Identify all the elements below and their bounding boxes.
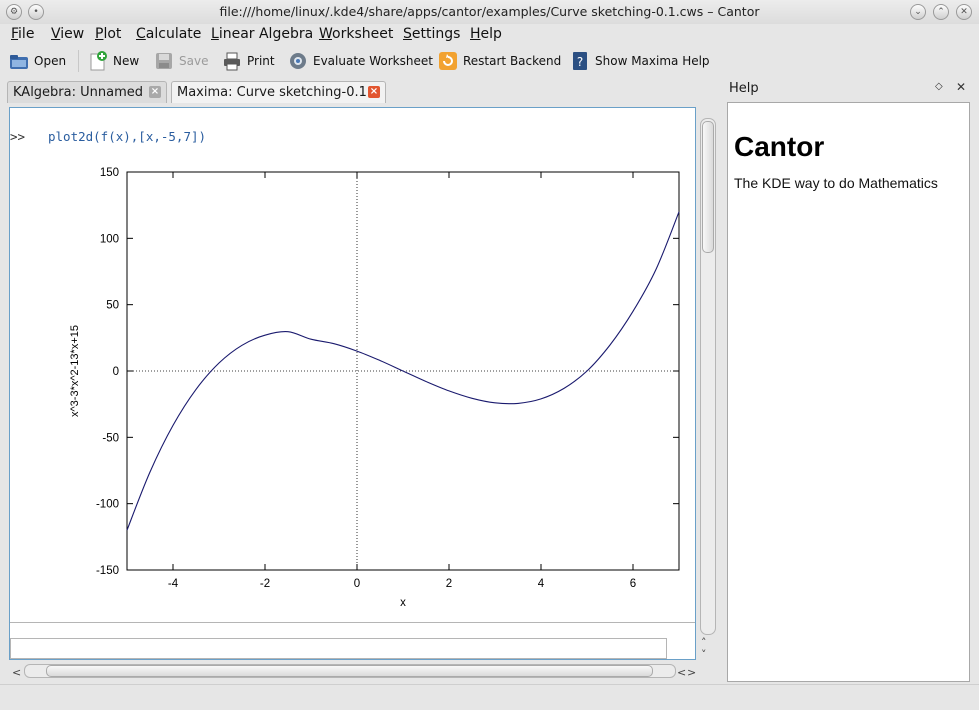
menu-plot[interactable]: Plot (95, 26, 121, 42)
help-content: Cantor The KDE way to do Mathematics (727, 102, 970, 682)
new-button[interactable]: New (88, 50, 139, 72)
x-axis-label: x (400, 597, 406, 609)
restart-backend-label: Restart Backend (463, 54, 562, 68)
tab-kalgebra[interactable]: KAlgebra: Unnamed × (7, 81, 167, 103)
tab-maxima-label: Maxima: Curve sketching-0.1 (177, 85, 367, 100)
scroll-left-icon[interactable]: < (12, 666, 21, 679)
menu-help[interactable]: Help (470, 26, 502, 42)
scroll-down-icon[interactable]: ˅ (701, 648, 707, 661)
save-button[interactable]: Save (154, 50, 208, 72)
float-icon[interactable]: ◇ (935, 81, 943, 92)
scroll-right-icon[interactable]: > (687, 666, 696, 679)
menu-settings[interactable]: Settings (403, 26, 460, 42)
tab-kalgebra-label: KAlgebra: Unnamed (13, 85, 143, 100)
show-maxima-help-label: Show Maxima Help (595, 54, 710, 68)
menubar: File View Plot Calculate Linear Algebra … (0, 24, 979, 46)
tab-close-icon[interactable]: × (368, 86, 380, 98)
y-tick-label: 50 (106, 300, 119, 312)
close-icon[interactable]: ✕ (956, 4, 972, 20)
tab-close-icon[interactable]: × (149, 86, 161, 98)
scroll-thumb[interactable] (702, 121, 714, 253)
evaluate-worksheet-label: Evaluate Worksheet (313, 54, 433, 68)
x-tick-label: 2 (446, 578, 452, 590)
window-title: file:///home/linux/.kde4/share/apps/cant… (219, 4, 760, 19)
restart-icon (439, 52, 457, 70)
close-icon[interactable]: ✕ (956, 80, 966, 94)
tab-maxima[interactable]: Maxima: Curve sketching-0.1 × (171, 81, 386, 103)
y-axis-label: x^3-3*x^2-13*x+15 (69, 325, 81, 417)
gear-icon (290, 53, 306, 69)
toolbar: Open New Save Print Evaluate Worksheet R… (0, 46, 979, 76)
save-label: Save (179, 54, 209, 68)
new-label: New (113, 54, 140, 68)
new-entry-input[interactable] (10, 638, 667, 659)
print-button[interactable]: Print (222, 50, 275, 72)
folder-open-icon (10, 55, 28, 69)
status-bar (0, 684, 979, 710)
y-tick-label: -100 (96, 499, 119, 511)
show-maxima-help-button[interactable]: ? Show Maxima Help (570, 50, 710, 72)
toolbar-separator (78, 50, 79, 72)
restart-backend-button[interactable]: Restart Backend (438, 50, 561, 72)
menu-file[interactable]: File (11, 26, 34, 42)
menu-view[interactable]: View (51, 26, 84, 42)
help-book-icon: ? (573, 52, 587, 70)
help-dock-title: Help (729, 81, 759, 96)
open-button[interactable]: Open (9, 50, 66, 72)
x-tick-label: 4 (538, 578, 545, 590)
scroll-thumb[interactable] (46, 665, 653, 677)
scroll-left-icon[interactable]: < (677, 666, 686, 679)
entry-divider (10, 622, 695, 623)
x-tick-label: -4 (168, 578, 179, 590)
print-label: Print (247, 54, 275, 68)
y-tick-label: 100 (100, 233, 119, 245)
help-heading: Cantor (734, 131, 825, 162)
y-tick-label: -150 (96, 565, 119, 577)
x-tick-label: 6 (630, 578, 636, 590)
series-line (126, 211, 680, 531)
worksheet-area[interactable]: >> plot2d(f(x),[x,-5,7]) -4 -2 0 2 4 6 -150 -10… (9, 107, 696, 660)
menu-linear-algebra[interactable]: Linear Algebra (211, 26, 313, 42)
menu-worksheet[interactable]: Worksheet (319, 26, 393, 42)
vertical-scrollbar[interactable]: ˄ ˅ (698, 118, 716, 662)
evaluate-worksheet-button[interactable]: Evaluate Worksheet (288, 50, 433, 72)
x-tick-label: 0 (354, 578, 360, 590)
open-label: Open (34, 54, 67, 68)
maximize-icon[interactable]: ⌃ (933, 4, 949, 20)
y-tick-label: 150 (100, 167, 119, 179)
y-tick-label: -50 (102, 432, 119, 444)
horizontal-scrollbar[interactable]: < < > (9, 662, 698, 680)
plot-image: -4 -2 0 2 4 6 -150 -100 -50 0 50 100 150 x x^3-3*x^2-1… (69, 167, 680, 609)
help-dock: Help ◇ ✕ Cantor The KDE way to do Mathem… (722, 78, 979, 684)
svg-text:?: ? (577, 55, 583, 69)
printer-icon (224, 52, 240, 71)
y-tick-label: 0 (113, 366, 119, 378)
x-tick-label: -2 (260, 578, 270, 590)
new-document-icon (90, 51, 107, 71)
minimize-icon[interactable]: ⌄ (910, 4, 926, 20)
help-body-text: The KDE way to do Mathematics (734, 175, 938, 191)
menu-calculate[interactable]: Calculate (136, 26, 201, 42)
window-titlebar: ⚙ • file:///home/linux/.kde4/share/apps/… (0, 0, 979, 24)
save-icon (156, 53, 172, 69)
